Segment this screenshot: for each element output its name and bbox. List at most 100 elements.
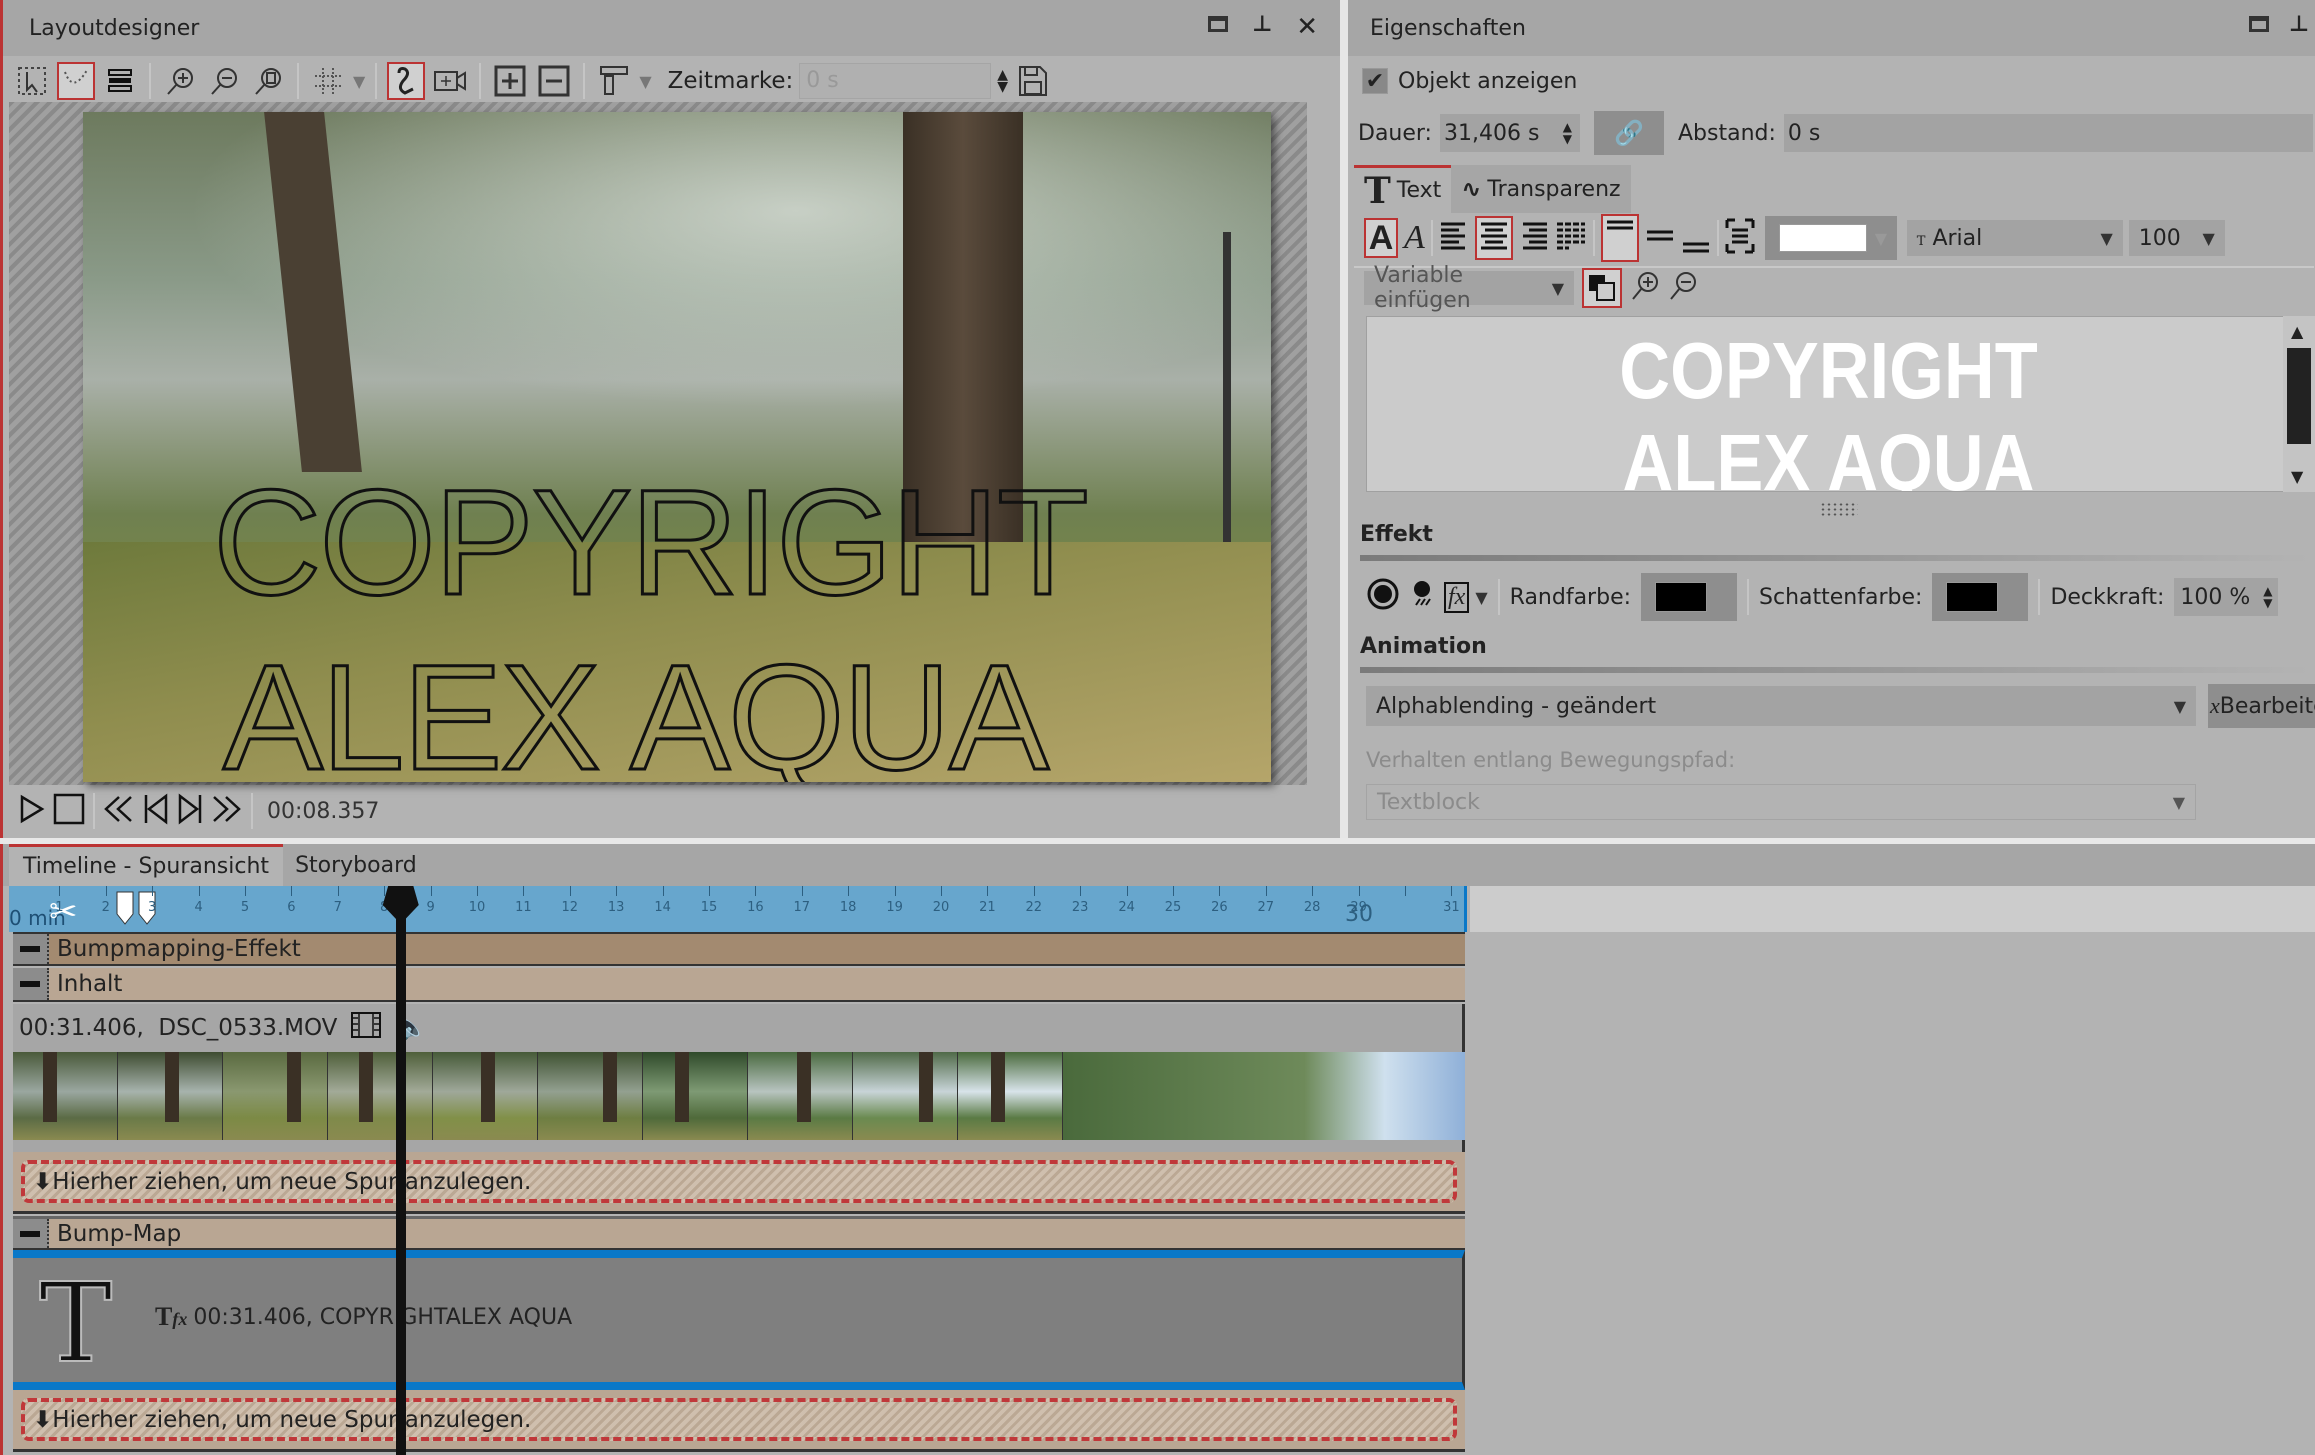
maximize-icon[interactable] xyxy=(1208,16,1229,32)
fx-icon[interactable]: fx xyxy=(1444,581,1470,613)
pin-icon[interactable]: ⊥ xyxy=(1252,12,1272,42)
close-icon[interactable]: ✕ xyxy=(1296,12,1318,42)
dauer-input[interactable]: 31,406 s ▲ ▼ xyxy=(1439,114,1580,152)
link-button[interactable]: 🔗 xyxy=(1593,111,1664,155)
text-editor[interactable]: COPYRIGHT ALEX AQUA xyxy=(1366,316,2291,492)
text-clip[interactable]: T Tfx 00:31.406, COPYRIGHTALEX AQUA xyxy=(13,1250,1465,1390)
valign-middle-icon[interactable] xyxy=(1645,218,1675,258)
randfarbe-picker[interactable] xyxy=(1641,573,1738,621)
font-size-select[interactable]: 100 ▼ xyxy=(2128,220,2225,256)
timeline-ruler[interactable]: 0 min ✂ 1 2 3 4 5 6 7 8 9 10 11 12 13 14 15 16 17 18 19 20 2… xyxy=(9,886,1467,932)
scroll-down-icon[interactable]: ▼ xyxy=(2291,467,2303,486)
track-inhalt[interactable]: Inhalt xyxy=(13,968,1465,1002)
zoom-out-icon[interactable] xyxy=(205,62,243,100)
maximize-icon[interactable] xyxy=(2248,16,2269,32)
collapse-icon[interactable] xyxy=(13,934,49,964)
animation-select[interactable]: Alphablending - geändert ▼ xyxy=(1366,686,2196,726)
camera-icon[interactable] xyxy=(431,62,469,100)
abstand-label: Abstand: xyxy=(1677,120,1776,146)
zeitmarke-input[interactable]: 0 s xyxy=(799,63,992,99)
path-tool-icon[interactable] xyxy=(57,62,95,100)
italic-icon[interactable]: A xyxy=(1404,219,1425,257)
video-clip[interactable]: 00:31.406, DSC_0533.MOV 🔈 xyxy=(13,1004,1465,1152)
spinner-icon[interactable]: ▲ ▼ xyxy=(2263,585,2272,609)
abstand-input[interactable]: 0 s xyxy=(1783,114,2313,152)
path-select[interactable]: Textblock ▼ xyxy=(1366,784,2196,820)
grid-dropdown-icon[interactable]: ▼ xyxy=(353,72,365,91)
ruler-tick-label: 23 xyxy=(1071,900,1089,915)
transport-bar: 00:08.357 xyxy=(9,785,1339,837)
add-icon[interactable] xyxy=(491,62,529,100)
objekt-anzeigen-checkbox[interactable]: ✔ Objekt anzeigen xyxy=(1362,68,1577,94)
preview-image[interactable]: COPYRIGHT ALEX AQUA xyxy=(83,112,1271,782)
film-icon[interactable] xyxy=(351,1012,382,1044)
animation-value: Alphablending - geändert xyxy=(1376,693,1657,719)
zoom-in-icon[interactable] xyxy=(1630,270,1660,306)
dropzone-1[interactable]: ⬇ Hierher ziehen, um neue Spur anzulegen. xyxy=(13,1152,1465,1214)
ruler-tick xyxy=(801,886,803,896)
scroll-up-icon[interactable]: ▲ xyxy=(2291,322,2303,341)
scrollbar[interactable]: ▲ ▼ xyxy=(2283,316,2315,492)
zeitmarke-spinner[interactable]: ▲ ▼ xyxy=(997,68,1008,94)
fx-dropdown-icon[interactable]: ▼ xyxy=(1475,588,1487,607)
playhead[interactable] xyxy=(382,886,419,1455)
schattenfarbe-label: Schattenfarbe: xyxy=(1759,584,1923,610)
grid-icon[interactable] xyxy=(309,62,347,100)
fast-forward-icon[interactable] xyxy=(211,794,243,828)
motion-path-icon[interactable] xyxy=(387,62,426,100)
video-thumbnail xyxy=(958,1052,1063,1140)
text-color-picker[interactable]: ▼ xyxy=(1764,216,1897,260)
scroll-thumb[interactable] xyxy=(2287,348,2311,444)
ruler-tick-label: 12 xyxy=(561,900,579,915)
schattenfarbe-picker[interactable] xyxy=(1932,573,2029,621)
justify-icon[interactable] xyxy=(1555,220,1587,256)
ruler-tick xyxy=(1358,886,1360,896)
valign-bottom-icon[interactable] xyxy=(1681,218,1711,258)
track-bump-map[interactable]: Bump-Map xyxy=(13,1216,1465,1250)
outline-icon[interactable] xyxy=(1366,577,1400,617)
bold-icon[interactable]: A xyxy=(1364,218,1398,258)
resize-grip-icon[interactable] xyxy=(1820,502,1858,516)
fit-text-icon[interactable] xyxy=(1725,218,1755,258)
tab-timeline[interactable]: Timeline - Spuransicht xyxy=(9,844,284,886)
bearbeiten-button[interactable]: x Bearbeiten xyxy=(2208,684,2315,728)
ruler-tick xyxy=(755,886,757,896)
select-tool-icon[interactable] xyxy=(13,62,51,100)
checkbox-icon[interactable]: ✔ xyxy=(1362,68,1388,94)
shadow-icon[interactable] xyxy=(1410,577,1434,617)
previous-icon[interactable] xyxy=(143,793,169,829)
track-bumpmapping-effekt[interactable]: Bumpmapping-Effekt xyxy=(13,932,1465,966)
zoom-fit-icon[interactable] xyxy=(249,62,287,100)
tab-transparenz[interactable]: ∿ Transparenz xyxy=(1451,165,1631,213)
rewind-icon[interactable] xyxy=(103,794,135,828)
ruler-tick-label: 10 xyxy=(468,900,486,915)
remove-icon[interactable] xyxy=(535,62,573,100)
valign-top-icon[interactable] xyxy=(1600,214,1639,262)
align-center-icon[interactable] xyxy=(1474,216,1513,260)
deckkraft-input[interactable]: 100 % ▲ ▼ xyxy=(2174,578,2279,616)
dropzone-2[interactable]: ⬇ Hierher ziehen, um neue Spur anzulegen. xyxy=(13,1390,1465,1452)
align-right-icon[interactable] xyxy=(1519,220,1549,256)
align-left-icon[interactable] xyxy=(1439,220,1469,256)
background-icon[interactable] xyxy=(1582,268,1622,308)
panel-splitter[interactable] xyxy=(1340,0,1348,840)
pin-icon[interactable]: ⊥ xyxy=(2289,12,2309,37)
ruler-tick xyxy=(662,886,664,896)
variable-dropdown[interactable]: Variable einfügen ▼ xyxy=(1364,263,1574,313)
collapse-icon[interactable] xyxy=(13,968,49,1000)
play-icon[interactable] xyxy=(19,794,45,828)
collapse-icon[interactable] xyxy=(13,1219,49,1248)
video-thumbnail xyxy=(853,1052,958,1140)
zoom-out-icon[interactable] xyxy=(1668,270,1698,306)
stop-icon[interactable] xyxy=(53,793,85,829)
zoom-in-icon[interactable] xyxy=(161,62,199,100)
align-icon[interactable] xyxy=(595,62,633,100)
align-dropdown-icon[interactable]: ▼ xyxy=(639,72,651,91)
next-icon[interactable] xyxy=(177,793,203,829)
spinner-icon[interactable]: ▲ ▼ xyxy=(1563,121,1572,145)
tab-text[interactable]: T Text xyxy=(1354,165,1452,213)
save-icon[interactable] xyxy=(1014,62,1052,100)
font-select[interactable]: T Arial ▼ xyxy=(1906,220,2123,256)
layers-icon[interactable] xyxy=(101,62,139,100)
tab-storyboard[interactable]: Storyboard xyxy=(283,844,429,886)
